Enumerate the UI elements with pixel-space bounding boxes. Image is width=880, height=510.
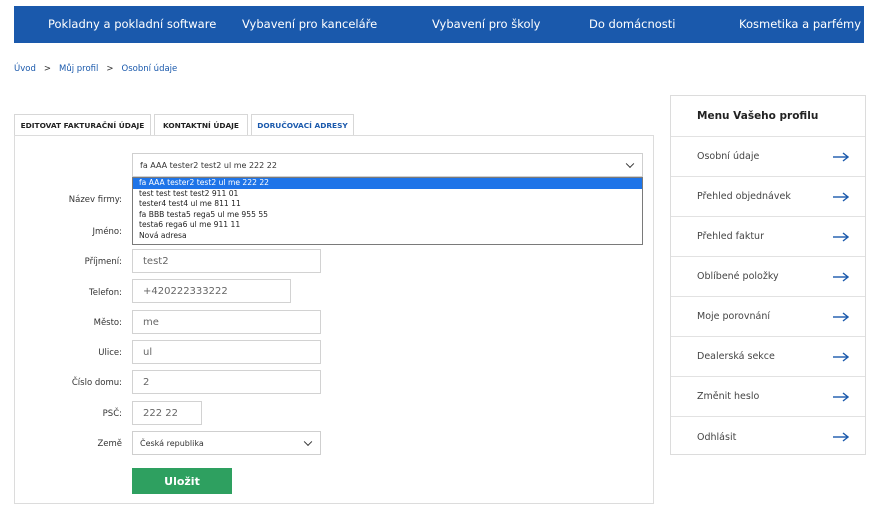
nav-item-kancelare[interactable]: Vybavení pro kanceláře [242, 17, 377, 31]
sidebar-item-personal-data[interactable]: Osobní údaje [671, 137, 865, 177]
chevron-down-icon [625, 159, 635, 169]
address-option[interactable]: fa BBB testa5 rega5 ul me 955 55 [133, 210, 642, 221]
sidebar-item-logout[interactable]: Odhlásit [671, 417, 865, 457]
nav-item-skoly[interactable]: Vybavení pro školy [432, 17, 540, 31]
address-select[interactable]: fa AAA tester2 test2 ul me 222 22 [132, 153, 643, 177]
sidebar-item-label: Přehled faktur [697, 231, 764, 242]
sidebar-item-orders[interactable]: Přehled objednávek [671, 177, 865, 217]
tab-delivery-addresses[interactable]: DORUČOVACÍ ADRESY [251, 114, 354, 135]
last-name-input[interactable]: test2 [132, 249, 321, 273]
zip-input[interactable]: 222 22 [132, 401, 202, 425]
sidebar-item-favorites[interactable]: Oblíbené položky [671, 257, 865, 297]
sidebar-item-change-password[interactable]: Změnit heslo [671, 377, 865, 417]
address-option[interactable]: tester4 test4 ul me 811 11 [133, 199, 642, 210]
city-label: Město: [93, 318, 122, 328]
phone-label: Telefon: [88, 288, 122, 298]
firm-name-label: Název firmy: [68, 195, 122, 205]
sidebar-item-label: Moje porovnání [697, 311, 770, 322]
sidebar-item-label: Odhlásit [697, 431, 737, 443]
house-number-input[interactable]: 2 [132, 370, 321, 394]
profile-menu-sidebar: Menu Vašeho profilu Osobní údaje Přehled… [670, 95, 866, 455]
breadcrumb-profile[interactable]: Můj profil [59, 64, 98, 74]
tab-contact-details[interactable]: KONTAKTNÍ ÚDAJE [154, 114, 248, 135]
arrow-right-icon [833, 151, 849, 162]
address-option[interactable]: test test test test2 911 01 [133, 189, 642, 200]
arrow-right-icon [833, 311, 849, 322]
save-button[interactable]: Uložit [132, 468, 232, 494]
address-option[interactable]: fa AAA tester2 test2 ul me 222 22 [133, 178, 642, 189]
breadcrumb-separator: > [43, 64, 51, 74]
breadcrumb-separator: > [106, 64, 114, 74]
address-option[interactable]: testa6 rega6 ul me 911 11 [133, 220, 642, 231]
arrow-right-icon [833, 191, 849, 202]
sidebar-item-label: Dealerská sekce [697, 351, 775, 362]
nav-item-domacnost[interactable]: Do domácnosti [589, 17, 675, 31]
sidebar-item-label: Přehled objednávek [697, 191, 791, 202]
street-label: Ulice: [98, 348, 122, 358]
country-label: Země [97, 439, 122, 449]
top-navigation: Pokladny a pokladní software Vybavení pr… [14, 6, 864, 43]
zip-label: PSČ: [102, 409, 122, 419]
breadcrumb-home[interactable]: Úvod [14, 64, 36, 74]
sidebar-item-label: Změnit heslo [697, 391, 760, 402]
sidebar-item-comparison[interactable]: Moje porovnání [671, 297, 865, 337]
arrow-right-icon [833, 231, 849, 242]
house-number-label: Číslo domu: [71, 378, 122, 388]
phone-input[interactable]: +420222333222 [132, 279, 291, 303]
chevron-down-icon [303, 437, 313, 447]
first-name-label: Jméno: [92, 227, 122, 237]
country-select[interactable]: Česká republika [132, 431, 321, 455]
address-select-value: fa AAA tester2 test2 ul me 222 22 [140, 160, 277, 170]
nav-item-kosmetika[interactable]: Kosmetika a parfémy [739, 17, 861, 31]
sidebar-title: Menu Vašeho profilu [671, 96, 865, 137]
country-select-value: Česká republika [140, 438, 204, 448]
breadcrumb: Úvod > Můj profil > Osobní údaje [14, 64, 177, 74]
address-dropdown-list: fa AAA tester2 test2 ul me 222 22 test t… [132, 177, 643, 245]
tab-billing-details[interactable]: EDITOVAT FAKTURAČNÍ ÚDAJE [14, 114, 151, 135]
arrow-right-icon [833, 391, 849, 402]
sidebar-item-label: Osobní údaje [697, 151, 760, 162]
nav-item-pokladny[interactable]: Pokladny a pokladní software [48, 17, 216, 31]
arrow-right-icon [833, 271, 849, 282]
address-option-new[interactable]: Nová adresa [133, 231, 642, 242]
last-name-label: Příjmení: [84, 257, 122, 267]
sidebar-item-invoices[interactable]: Přehled faktur [671, 217, 865, 257]
sidebar-item-dealer[interactable]: Dealerská sekce [671, 337, 865, 377]
profile-tabs: EDITOVAT FAKTURAČNÍ ÚDAJE KONTAKTNÍ ÚDAJ… [14, 114, 357, 135]
arrow-right-icon [833, 351, 849, 362]
city-input[interactable]: me [132, 310, 321, 334]
sidebar-item-label: Oblíbené položky [697, 271, 779, 282]
breadcrumb-current[interactable]: Osobní údaje [122, 64, 178, 74]
street-input[interactable]: ul [132, 340, 321, 364]
arrow-right-icon [833, 432, 849, 442]
